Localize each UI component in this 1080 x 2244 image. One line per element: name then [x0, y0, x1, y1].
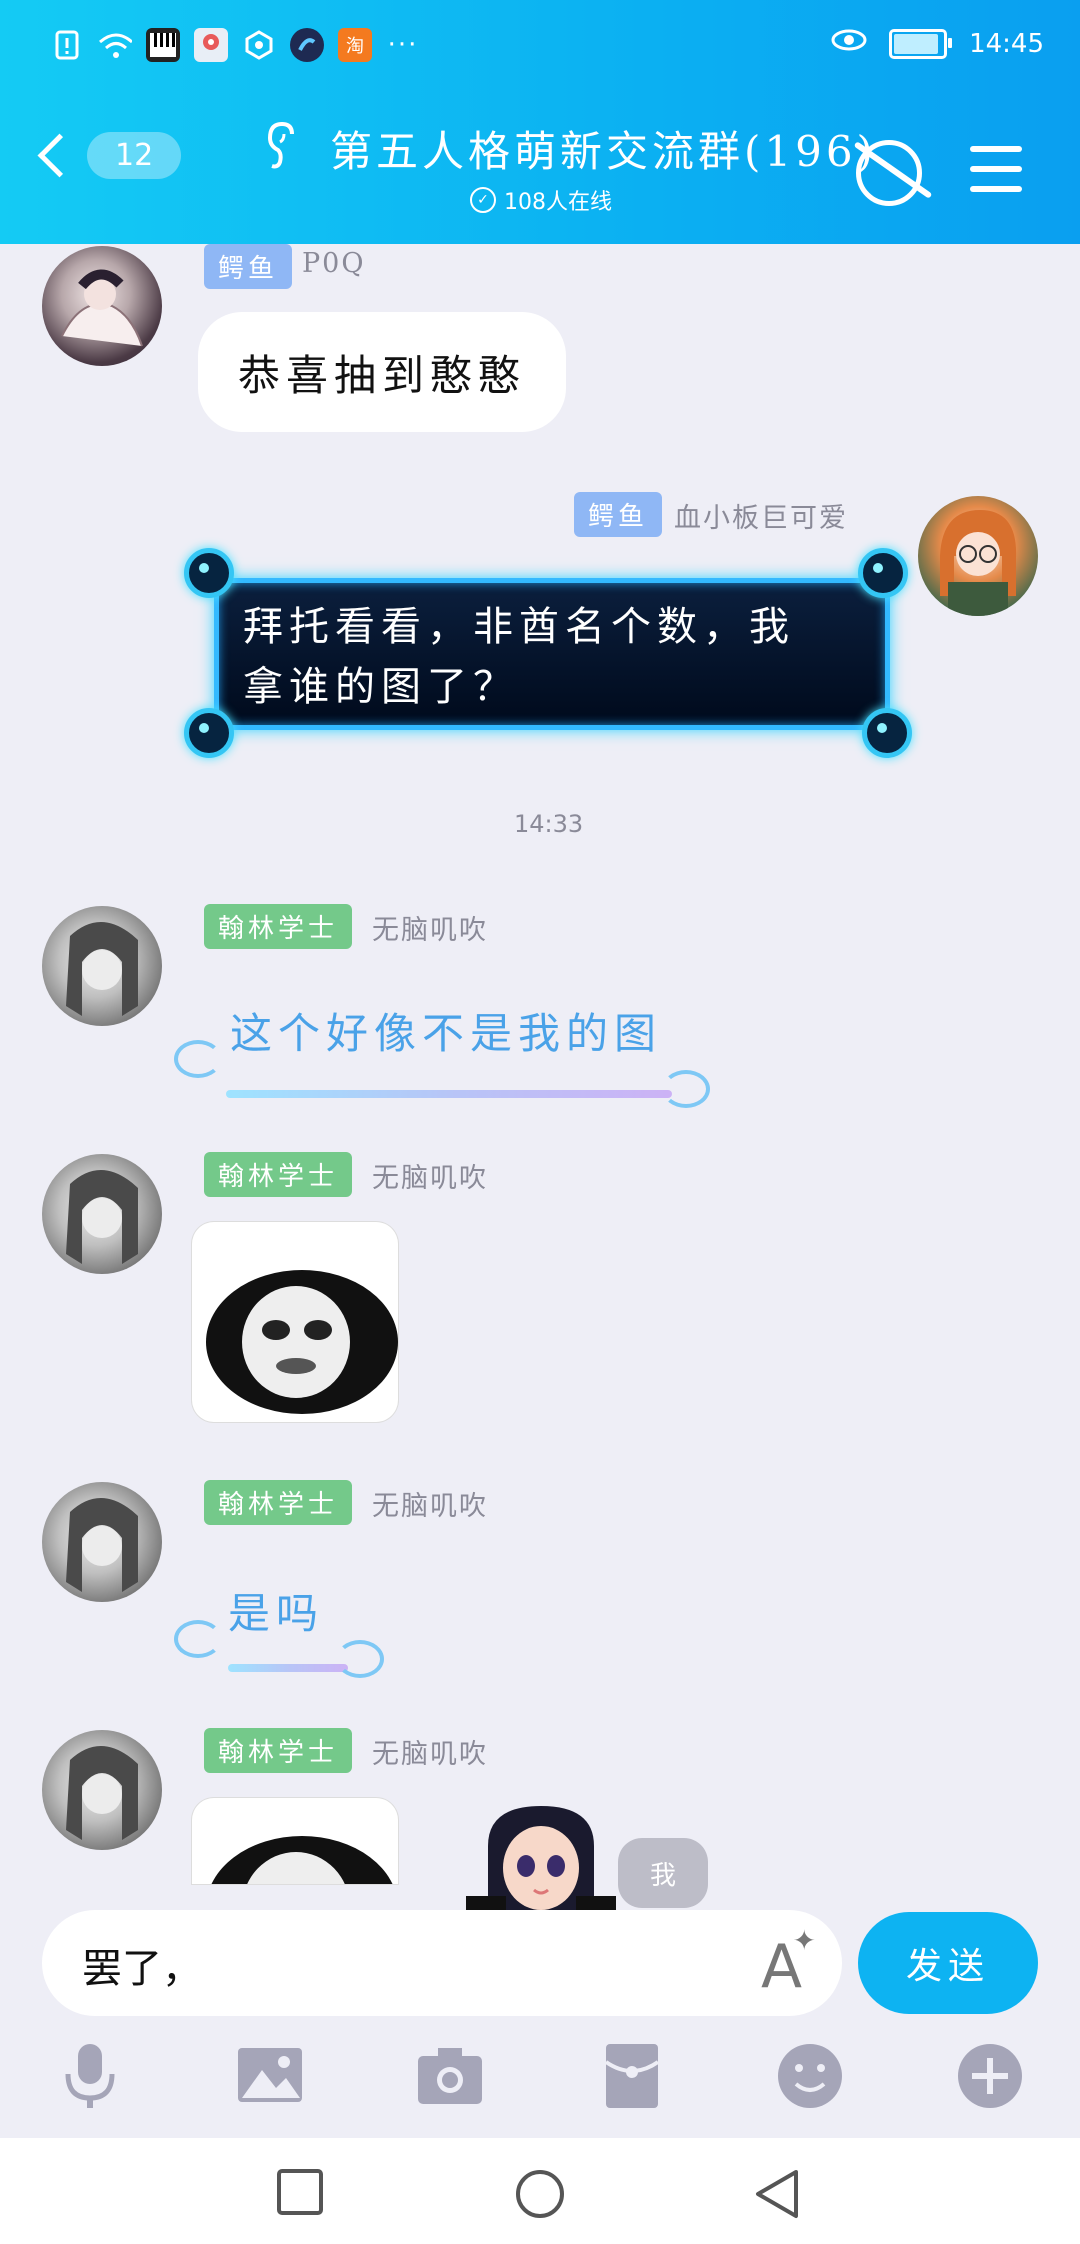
member-badge: 翰林学士: [204, 1152, 353, 1197]
avatar[interactable]: [42, 1154, 162, 1274]
message-text-line: 拿谁的图了？: [243, 664, 519, 710]
map-app-icon: [194, 28, 228, 62]
camera-icon[interactable]: [414, 2040, 486, 2112]
bubble-decoration: [228, 1664, 348, 1672]
microphone-icon[interactable]: [54, 2040, 126, 2112]
cloud-swirl-icon: [336, 1640, 384, 1678]
plus-icon[interactable]: [954, 2040, 1026, 2112]
message-input-text[interactable]: 罢了，: [82, 1936, 202, 1994]
game-app-icon: [290, 28, 324, 62]
message-bubble[interactable]: 拜托看看，非酋名个数，我 拿谁的图了？: [214, 578, 890, 730]
ear-icon[interactable]: [262, 120, 306, 183]
message-text: 恭喜抽到憨憨: [238, 350, 527, 400]
emoji-icon[interactable]: [774, 2040, 846, 2112]
bubble-ornament: [858, 548, 908, 598]
avatar[interactable]: [42, 1730, 162, 1850]
message-bubble[interactable]: 恭喜抽到憨憨: [198, 312, 567, 432]
sender-nickname[interactable]: 无脑叽吹: [372, 908, 488, 947]
assistant-character[interactable]: [466, 1806, 616, 1910]
chevron-left-icon: [37, 133, 82, 178]
sender-nickname[interactable]: 无脑叽吹: [372, 1732, 488, 1771]
sender-nickname[interactable]: 无脑叽吹: [372, 1484, 488, 1523]
notification-icons: 淘 ···: [50, 28, 420, 62]
more-notifications-icon: ···: [387, 30, 419, 60]
online-status: ✓ 108人在线: [470, 184, 612, 216]
bubble-decoration: [226, 1090, 672, 1098]
panda-face-sticker[interactable]: [192, 1798, 398, 1884]
red-packet-icon[interactable]: [596, 2040, 668, 2112]
send-label: 发送: [905, 1946, 990, 1987]
unread-count: 12: [87, 132, 182, 179]
piano-app-icon: [146, 28, 180, 62]
system-nav-bar: [0, 2138, 1080, 2244]
avatar[interactable]: [42, 246, 162, 366]
message-text-line: 拜托看看，非酋名个数，我: [243, 604, 795, 650]
sender-nickname[interactable]: 无脑叽吹: [372, 1156, 488, 1195]
avatar[interactable]: [42, 1482, 162, 1602]
chat-header: 淘 ··· 14:45 12 第五人格萌新交流群(196) ✓ 108人在线: [0, 0, 1080, 244]
menu-icon[interactable]: [970, 146, 1022, 206]
eye-icon: [831, 28, 867, 59]
member-badge: 鳄鱼: [574, 492, 663, 537]
avatar[interactable]: [918, 496, 1038, 616]
assistant-bubble-label: 我: [649, 1860, 676, 1891]
cloud-swirl-icon: [174, 1040, 222, 1078]
back-button[interactable]: 12: [37, 132, 182, 179]
panda-face-sticker[interactable]: [192, 1222, 398, 1422]
sender-nickname[interactable]: 血小板巨可爱: [674, 496, 848, 535]
image-icon[interactable]: [234, 2040, 306, 2112]
hexagon-app-icon: [242, 28, 276, 62]
message-input[interactable]: 罢了， A ✦: [42, 1910, 842, 2016]
member-badge: 翰林学士: [204, 904, 353, 949]
member-badge: 鳄鱼: [204, 244, 293, 289]
message-text[interactable]: 是吗: [228, 1580, 324, 1641]
battery-icon: [889, 28, 953, 59]
status-right: 14:45: [831, 28, 1044, 59]
avatar[interactable]: [42, 906, 162, 1026]
assistant-bubble[interactable]: 我: [618, 1838, 708, 1908]
taobao-app-icon: 淘: [338, 28, 372, 62]
message-timestamp: 14:33: [514, 810, 584, 838]
group-title[interactable]: 第五人格萌新交流群(196): [330, 118, 877, 179]
member-badge: 翰林学士: [204, 1480, 353, 1525]
status-bar: 淘 ··· 14:45: [0, 0, 1080, 90]
input-toolbar: [0, 2040, 1080, 2150]
clock: 14:45: [969, 28, 1044, 59]
back-icon[interactable]: [752, 2168, 804, 2224]
member-badge: 翰林学士: [204, 1728, 353, 1773]
bubble-ornament: [184, 548, 234, 598]
send-button[interactable]: 发送: [858, 1912, 1038, 2014]
sender-nickname[interactable]: P0Q: [302, 248, 365, 279]
bubble-ornament: [862, 708, 912, 758]
font-style-icon[interactable]: A ✦: [761, 1924, 816, 2002]
recent-apps-icon[interactable]: [276, 2168, 324, 2220]
wifi-icon: [98, 28, 132, 62]
online-count: 108人在线: [504, 190, 612, 215]
bubble-ornament: [184, 708, 234, 758]
alert-icon: [50, 28, 84, 62]
cloud-swirl-icon: [662, 1070, 710, 1108]
message-text[interactable]: 这个好像不是我的图: [230, 1000, 662, 1061]
home-icon[interactable]: [514, 2168, 566, 2224]
planet-icon[interactable]: [856, 140, 922, 206]
check-circle-icon: ✓: [470, 187, 496, 213]
cloud-swirl-icon: [174, 1620, 222, 1658]
